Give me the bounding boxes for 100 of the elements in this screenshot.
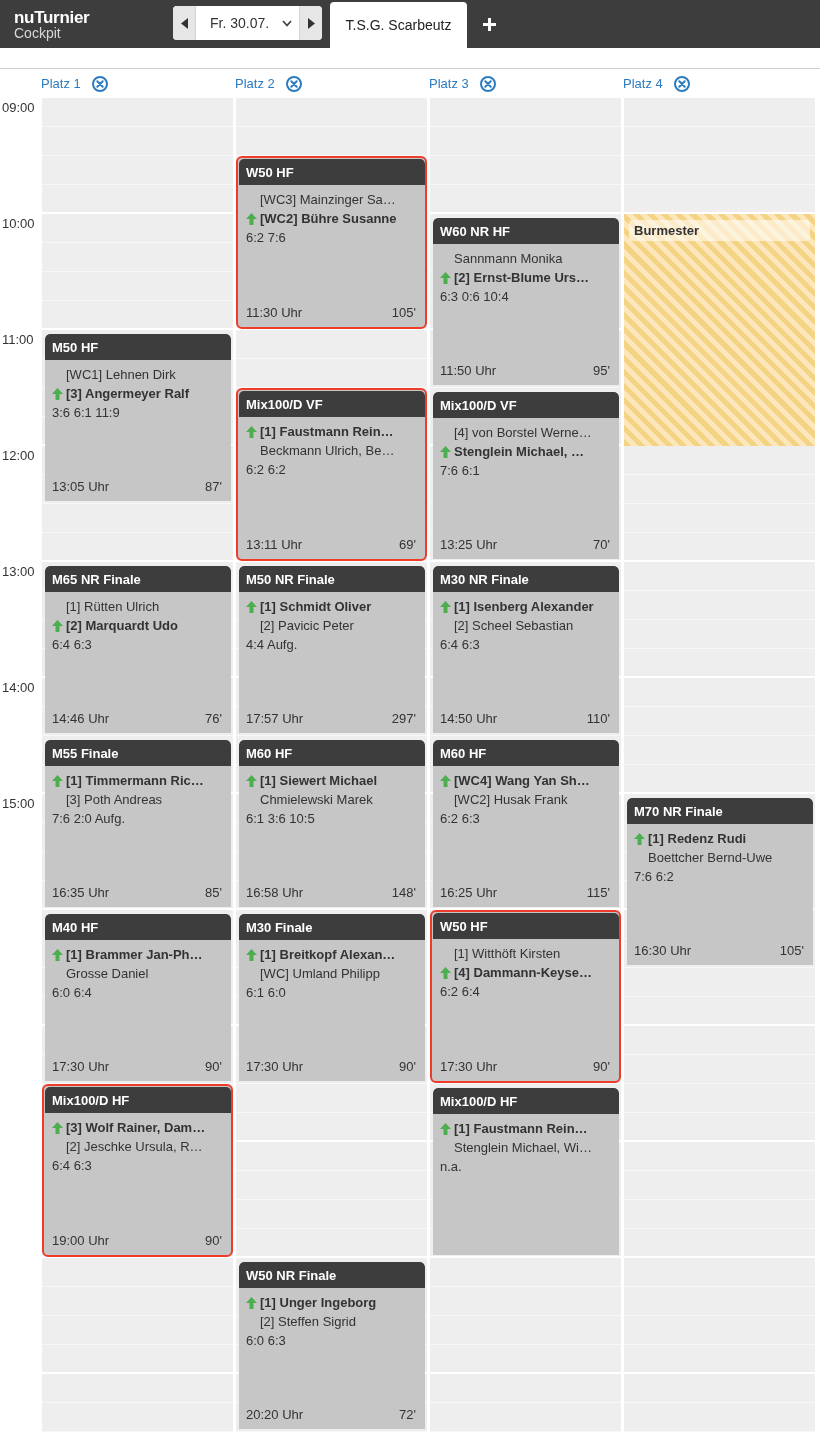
reservation-label: Burmester xyxy=(629,220,810,241)
court-link[interactable]: Platz 2 xyxy=(235,76,275,91)
match-card[interactable]: Mix100/D HF [1] Faustmann Rein… Stenglein Michael, Wi… n.a. xyxy=(433,1088,619,1255)
match-card[interactable]: M60 HF [1] Siewert Michael Chmielewski Marek 6:1 3:6 10:5 16:58 Uhr 148' xyxy=(239,740,425,907)
add-tab-button[interactable] xyxy=(480,15,498,33)
score: 3:6 6:1 11:9 xyxy=(52,404,120,422)
player-name: [1] Schmidt Oliver xyxy=(260,598,372,616)
end-time: 14:46 Uhr xyxy=(52,710,110,728)
reserved-slot[interactable]: Burmester xyxy=(624,214,815,446)
caret-right-icon xyxy=(307,17,315,29)
match-card[interactable]: Mix100/D VF [1] Faustmann Rein… Beckmann Ulrich, Be… 6:2 6:2 13:11 Uhr 69' xyxy=(236,388,427,561)
match-card[interactable]: M30 Finale [1] Breitkopf Alexan… [WC] Umland Philipp 6:1 6:0 17:30 Uhr 90' xyxy=(239,914,425,1081)
up-arrow-icon xyxy=(440,445,451,458)
duration: 90' xyxy=(205,1232,222,1250)
up-arrow-icon xyxy=(246,600,257,613)
match-card[interactable]: M50 HF [WC1] Lehnen Dirk [3] Angermeyer Ralf 3:6 6:1 11:9 13:05 Uhr 87' xyxy=(45,334,231,501)
chevron-down-icon xyxy=(282,19,292,27)
player-name: [4] Dammann-Keyse… xyxy=(454,964,592,982)
match-title: M60 HF xyxy=(440,745,487,761)
close-icon[interactable] xyxy=(285,75,302,92)
score: 6:1 6:0 xyxy=(246,984,286,1002)
time-label: 13:00 xyxy=(2,564,35,579)
time-label: 15:00 xyxy=(2,796,35,811)
up-arrow-icon xyxy=(246,425,257,438)
match-card[interactable]: W50 HF [WC3] Mainzinger Sa… [WC2] Bühre Susanne 6:2 7:6 11:30 Uhr 105' xyxy=(236,156,427,329)
up-arrow-icon xyxy=(440,600,451,613)
player-name: [2] Ernst-Blume Urs… xyxy=(454,269,590,287)
score: 6:0 6:3 xyxy=(246,1332,286,1350)
match-card[interactable]: W50 HF [1] Witthöft Kirsten [4] Dammann-Keyse… 6:2 6:4 17:30 Uhr 90' xyxy=(430,910,621,1083)
score: 6:1 3:6 10:5 xyxy=(246,810,315,828)
next-day-button[interactable] xyxy=(300,6,322,40)
end-time: 13:05 Uhr xyxy=(52,478,110,496)
end-time: 11:30 Uhr xyxy=(246,304,303,322)
end-time: 16:35 Uhr xyxy=(52,884,110,902)
player-name: [1] Timmermann Ric… xyxy=(66,772,204,790)
match-card[interactable]: Mix100/D HF [3] Wolf Rainer, Dam… [2] Jeschke Ursula, R… 6:4 6:3 19:00 Uhr 90' xyxy=(42,1084,233,1257)
court-link[interactable]: Platz 3 xyxy=(429,76,469,91)
up-arrow-icon xyxy=(52,948,63,961)
player-name: [1] Isenberg Alexander xyxy=(454,598,594,616)
previous-day-button[interactable] xyxy=(173,6,195,40)
score: 7:6 6:2 xyxy=(634,868,674,886)
match-card[interactable]: M60 HF [WC4] Wang Yan Sh… [WC2] Husak Frank 6:2 6:3 16:25 Uhr 115' xyxy=(433,740,619,907)
player-name: [3] Angermeyer Ralf xyxy=(66,385,190,403)
match-card[interactable]: Mix100/D VF [4] von Borstel Werne… Stenglein Michael, … 7:6 6:1 13:25 Uhr 70' xyxy=(433,392,619,559)
player-name: [2] Steffen Sigrid xyxy=(260,1313,356,1331)
player-name: [1] Faustmann Rein… xyxy=(260,423,394,441)
match-card[interactable]: M30 NR Finale [1] Isenberg Alexander [2] Scheel Sebastian 6:4 6:3 14:50 Uhr 110' xyxy=(433,566,619,733)
end-time: 17:30 Uhr xyxy=(440,1058,498,1076)
match-title: M40 HF xyxy=(52,919,99,935)
duration: 110' xyxy=(586,710,610,728)
up-arrow-icon xyxy=(52,1121,63,1134)
player-name: Chmielewski Marek xyxy=(260,791,373,809)
end-time: 11:50 Uhr xyxy=(440,362,497,380)
up-arrow-icon xyxy=(440,966,451,979)
duration: 90' xyxy=(205,1058,222,1076)
time-label: 14:00 xyxy=(2,680,35,695)
player-name: [1] Siewert Michael xyxy=(260,772,378,790)
match-card[interactable]: W50 NR Finale [1] Unger Ingeborg [2] Steffen Sigrid 6:0 6:3 20:20 Uhr 72' xyxy=(239,1262,425,1429)
close-icon[interactable] xyxy=(479,75,496,92)
match-card[interactable]: W60 NR HF Sannmann Monika [2] Ernst-Blume Urs… 6:3 0:6 10:4 11:50 Uhr 95' xyxy=(433,218,619,385)
score: 6:2 6:4 xyxy=(440,983,480,1001)
end-time: 14:50 Uhr xyxy=(440,710,498,728)
match-card[interactable]: M70 NR Finale [1] Redenz Rudi Boettcher Bernd-Uwe 7:6 6:2 16:30 Uhr 105' xyxy=(627,798,813,965)
close-icon[interactable] xyxy=(91,75,108,92)
player-name: Beckmann Ulrich, Be… xyxy=(260,442,395,460)
duration: 90' xyxy=(399,1058,416,1076)
time-label: 12:00 xyxy=(2,448,35,463)
player-name: [WC3] Mainzinger Sa… xyxy=(260,191,396,209)
up-arrow-icon xyxy=(52,774,63,787)
player-name: [WC2] Bühre Susanne xyxy=(260,210,397,228)
court-link[interactable]: Platz 1 xyxy=(41,76,81,91)
end-time: 20:20 Uhr xyxy=(246,1406,304,1424)
match-card[interactable]: M65 NR Finale [1] Rütten Ulrich [2] Marquardt Udo 6:4 6:3 14:46 Uhr 76' xyxy=(45,566,231,733)
court-link[interactable]: Platz 4 xyxy=(623,76,663,91)
end-time: 13:11 Uhr xyxy=(246,536,303,554)
match-title: Mix100/D HF xyxy=(440,1093,518,1109)
match-card[interactable]: M40 HF [1] Brammer Jan-Ph… Grosse Daniel 6:0 6:4 17:30 Uhr 90' xyxy=(45,914,231,1081)
match-card[interactable]: M55 Finale [1] Timmermann Ric… [3] Poth Andreas 7:6 2:0 Aufg. 16:35 Uhr 85' xyxy=(45,740,231,907)
tab[interactable]: T.S.G. Scarbeutz xyxy=(330,2,467,48)
plus-icon xyxy=(482,17,496,31)
caret-left-icon xyxy=(180,17,188,29)
score: 6:0 6:4 xyxy=(52,984,92,1002)
up-arrow-icon xyxy=(440,1122,451,1135)
end-time: 19:00 Uhr xyxy=(52,1232,110,1250)
close-icon[interactable] xyxy=(673,75,690,92)
score: 6:2 6:3 xyxy=(440,810,480,828)
score: 6:3 0:6 10:4 xyxy=(440,288,509,306)
duration: 85' xyxy=(205,884,222,902)
player-name: Stenglein Michael, Wi… xyxy=(454,1139,592,1157)
player-name: [2] Pavicic Peter xyxy=(260,617,354,635)
player-name: Boettcher Bernd-Uwe xyxy=(648,849,773,867)
match-title: M30 Finale xyxy=(246,919,313,935)
score: 7:6 6:1 xyxy=(440,462,480,480)
score: 6:4 6:3 xyxy=(52,636,92,654)
player-name: [4] von Borstel Werne… xyxy=(454,424,592,442)
match-title: W50 NR Finale xyxy=(246,1267,337,1283)
time-label: 09:00 xyxy=(2,100,35,115)
player-name: [WC1] Lehnen Dirk xyxy=(66,366,176,384)
match-card[interactable]: M50 NR Finale [1] Schmidt Oliver [2] Pavicic Peter 4:4 Aufg. 17:57 Uhr 297' xyxy=(239,566,425,733)
match-title: W50 HF xyxy=(440,918,488,934)
